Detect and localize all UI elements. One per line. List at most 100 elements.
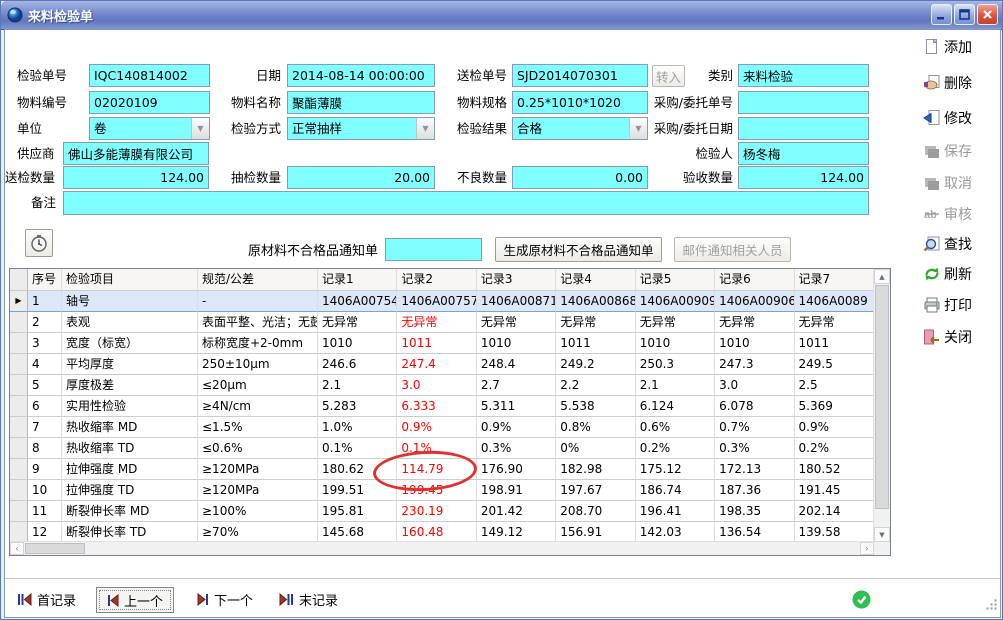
cell-record4[interactable]: 无异常: [556, 312, 635, 333]
cell-record2[interactable]: 247.4: [397, 354, 476, 375]
minimize-button[interactable]: [931, 4, 952, 25]
cell-record5[interactable]: 无异常: [636, 312, 715, 333]
cell-record7[interactable]: 1406A0089: [795, 291, 874, 312]
cell-row-no[interactable]: 1: [28, 291, 62, 312]
row-indicator[interactable]: [10, 312, 28, 333]
cell-record3[interactable]: 5.311: [477, 396, 556, 417]
cell-item[interactable]: 厚度极差: [62, 375, 198, 396]
last-record-button[interactable]: 末记录: [279, 587, 338, 611]
category-field[interactable]: [738, 64, 869, 87]
cell-spec[interactable]: ≤20µm: [198, 375, 318, 396]
cell-record4[interactable]: 197.67: [556, 480, 635, 501]
col-header-item[interactable]: 检验项目: [62, 269, 198, 291]
horizontal-scrollbar[interactable]: ‹ ›: [10, 541, 874, 555]
cell-record3[interactable]: 0.9%: [477, 417, 556, 438]
sidebar-audit-button[interactable]: ab 审核: [923, 203, 1001, 225]
cell-record1[interactable]: 195.81: [318, 501, 397, 522]
cell-item[interactable]: 拉伸强度 TD: [62, 480, 198, 501]
cell-item[interactable]: 断裂伸长率 MD: [62, 501, 198, 522]
cell-spec[interactable]: ≥100%: [198, 501, 318, 522]
cell-record3[interactable]: 1010: [477, 333, 556, 354]
cell-record4[interactable]: 0%: [556, 438, 635, 459]
timer-button[interactable]: [25, 229, 53, 257]
cell-spec[interactable]: ≥70%: [198, 522, 318, 542]
cell-record4[interactable]: 182.98: [556, 459, 635, 480]
cell-record3[interactable]: 198.91: [477, 480, 556, 501]
first-record-button[interactable]: 首记录: [17, 587, 76, 611]
cell-record6[interactable]: 0.7%: [715, 417, 794, 438]
generate-notice-button[interactable]: 生成原材料不合格品通知单: [495, 237, 662, 262]
cell-row-no[interactable]: 12: [28, 522, 62, 542]
cell-record4[interactable]: 5.538: [556, 396, 635, 417]
table-row[interactable]: ▶1轴号-1406A007541406A007571406A008711406A…: [10, 291, 874, 312]
row-indicator[interactable]: [10, 375, 28, 396]
sidebar-add-button[interactable]: 添加: [923, 36, 1001, 58]
cell-record6[interactable]: 无异常: [715, 312, 794, 333]
sample-qty-field[interactable]: [287, 166, 435, 189]
cell-record7[interactable]: 5.369: [795, 396, 874, 417]
supplier-field[interactable]: [63, 142, 209, 165]
cell-record7[interactable]: 0.2%: [795, 438, 874, 459]
cell-record7[interactable]: 249.5: [795, 354, 874, 375]
cell-record2[interactable]: 114.79: [397, 459, 476, 480]
cell-record5[interactable]: 1406A00909: [636, 291, 715, 312]
cell-spec[interactable]: ≥120MPa: [198, 459, 318, 480]
cell-record1[interactable]: 246.6: [318, 354, 397, 375]
row-indicator[interactable]: [10, 417, 28, 438]
cell-record7[interactable]: 139.58: [795, 522, 874, 542]
sidebar-close-button[interactable]: 关闭: [923, 326, 1001, 348]
cell-row-no[interactable]: 10: [28, 480, 62, 501]
cell-record1[interactable]: 无异常: [318, 312, 397, 333]
cell-item[interactable]: 宽度（标宽）: [62, 333, 198, 354]
result-select[interactable]: 合格 ▼: [512, 117, 648, 140]
cell-record3[interactable]: 201.42: [477, 501, 556, 522]
cell-record1[interactable]: 1010: [318, 333, 397, 354]
cell-item[interactable]: 平均厚度: [62, 354, 198, 375]
cell-record6[interactable]: 1010: [715, 333, 794, 354]
cell-record1[interactable]: 2.1: [318, 375, 397, 396]
cell-record2[interactable]: 1011: [397, 333, 476, 354]
cell-item[interactable]: 断裂伸长率 TD: [62, 522, 198, 542]
chevron-down-icon[interactable]: ▼: [629, 118, 647, 139]
cell-record7[interactable]: 2.5: [795, 375, 874, 396]
cell-spec[interactable]: ≤1.5%: [198, 417, 318, 438]
cell-item[interactable]: 拉伸强度 MD: [62, 459, 198, 480]
sidebar-modify-button[interactable]: 修改: [923, 107, 1001, 129]
cell-item[interactable]: 热收缩率 MD: [62, 417, 198, 438]
unit-select[interactable]: 卷 ▼: [89, 117, 210, 140]
date-field[interactable]: [287, 64, 435, 87]
cell-record6[interactable]: 187.36: [715, 480, 794, 501]
cell-spec[interactable]: ≥4N/cm: [198, 396, 318, 417]
row-indicator[interactable]: [10, 501, 28, 522]
cell-record4[interactable]: 208.70: [556, 501, 635, 522]
table-row[interactable]: 12断裂伸长率 TD≥70%145.68160.48149.12156.9114…: [10, 522, 874, 542]
cell-record2[interactable]: 无异常: [397, 312, 476, 333]
material-name-field[interactable]: [287, 91, 435, 114]
cell-item[interactable]: 实用性检验: [62, 396, 198, 417]
cell-row-no[interactable]: 6: [28, 396, 62, 417]
cell-record5[interactable]: 196.41: [636, 501, 715, 522]
cell-spec[interactable]: -: [198, 291, 318, 312]
col-header-rec3[interactable]: 记录3: [477, 269, 556, 291]
cell-record3[interactable]: 无异常: [477, 312, 556, 333]
col-header-rec1[interactable]: 记录1: [318, 269, 397, 291]
inspector-field[interactable]: [738, 142, 869, 165]
inspection-no-field[interactable]: [89, 64, 210, 87]
cell-row-no[interactable]: 5: [28, 375, 62, 396]
previous-record-button[interactable]: 上一个: [96, 587, 174, 613]
cell-row-no[interactable]: 11: [28, 501, 62, 522]
cell-record7[interactable]: 1011: [795, 333, 874, 354]
submit-qty-field[interactable]: [63, 166, 209, 189]
table-row[interactable]: 7热收缩率 MD≤1.5%1.0%0.9%0.9%0.8%0.6%0.7%0.9…: [10, 417, 874, 438]
chevron-down-icon[interactable]: ▼: [191, 118, 209, 139]
table-row[interactable]: 2表观表面平整、光洁；无鼓无异常无异常无异常无异常无异常无异常无异常: [10, 312, 874, 333]
cell-record1[interactable]: 145.68: [318, 522, 397, 542]
vertical-scrollbar[interactable]: ▲ ▼: [873, 269, 890, 542]
row-indicator[interactable]: [10, 480, 28, 501]
scroll-down-icon[interactable]: ▼: [874, 527, 890, 542]
cell-item[interactable]: 热收缩率 TD: [62, 438, 198, 459]
material-spec-field[interactable]: [512, 91, 648, 114]
purchase-date-field[interactable]: [738, 117, 869, 140]
cell-record1[interactable]: 5.283: [318, 396, 397, 417]
table-row[interactable]: 5厚度极差≤20µm2.13.02.72.22.13.02.5: [10, 375, 874, 396]
